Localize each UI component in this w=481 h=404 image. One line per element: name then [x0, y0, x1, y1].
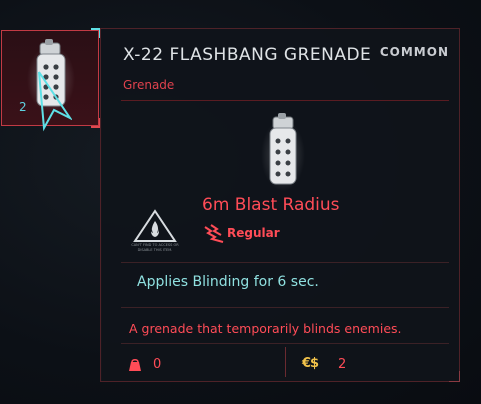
divider — [121, 343, 449, 344]
blast-radius-stat: 6m Blast Radius — [202, 195, 340, 215]
inventory-screen: 2 X-22 FLASHBANG GRENADE COMMON Grenade — [0, 0, 481, 404]
damage-type-icon — [204, 224, 224, 243]
divider — [121, 262, 449, 263]
divider — [121, 307, 449, 308]
warning-text: CAN'T FIND TO ACCESS OR DISABLE THIS ITE… — [131, 243, 179, 252]
damage-type-label: Regular — [227, 226, 280, 240]
item-description: A grenade that temporarily blinds enemie… — [129, 321, 402, 336]
item-price: 2 — [338, 357, 347, 372]
warning-triangle-icon — [133, 209, 177, 242]
item-tooltip: X-22 FLASHBANG GRENADE COMMON Grenade CA… — [100, 28, 460, 382]
panel-corner-accent — [449, 371, 460, 382]
divider — [121, 100, 449, 101]
eurodollar-icon: €$ — [302, 356, 319, 371]
weight-icon — [129, 358, 141, 371]
item-weight: 0 — [153, 357, 162, 372]
grenade-preview-icon — [261, 113, 305, 191]
item-rarity: COMMON — [379, 45, 449, 59]
item-category: Grenade — [123, 78, 175, 92]
slot-quantity: 2 — [19, 100, 27, 114]
item-name: X-22 FLASHBANG GRENADE — [123, 45, 372, 65]
cursor-icon — [38, 71, 72, 132]
item-effect: Applies Blinding for 6 sec. — [137, 274, 319, 290]
divider — [285, 347, 286, 377]
